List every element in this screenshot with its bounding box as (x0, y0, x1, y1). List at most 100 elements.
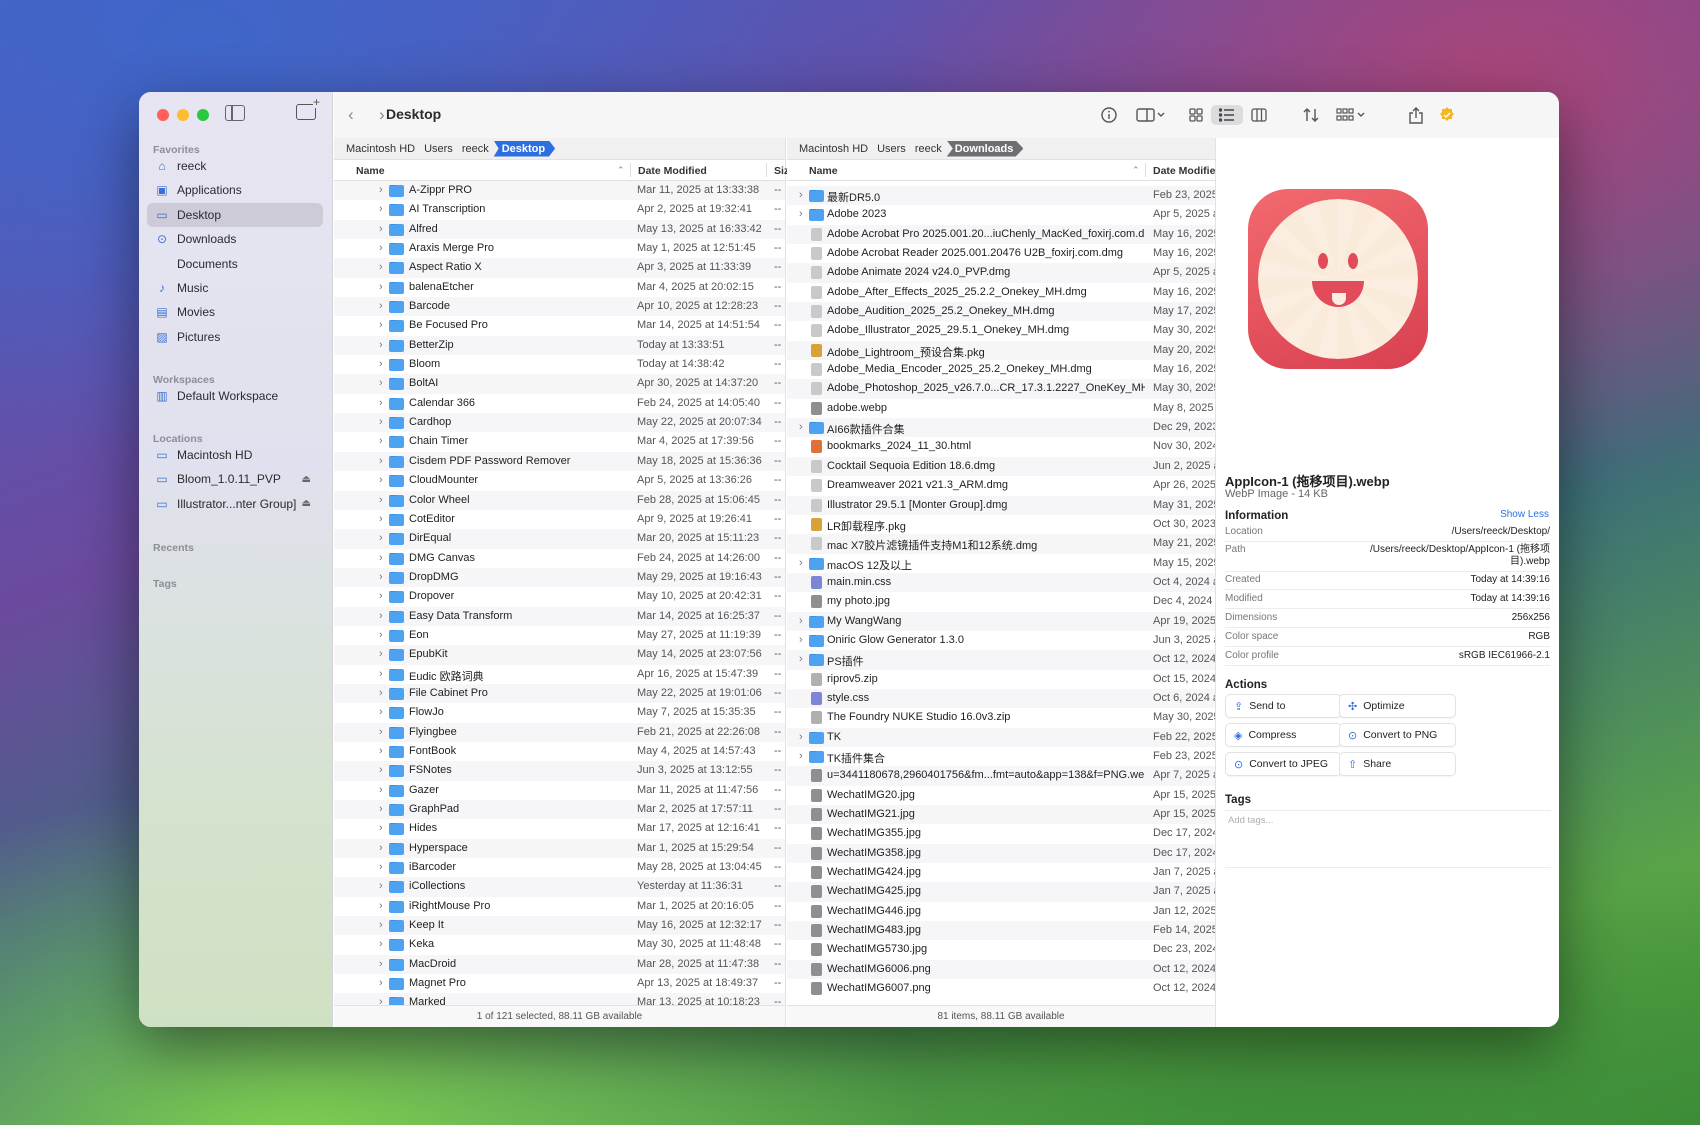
table-row[interactable]: WechatIMG424.jpg Jan 7, 2025 at 2 (787, 863, 1215, 882)
table-row[interactable]: › CotEditor Apr 9, 2025 at 19:26:41 -- (334, 510, 785, 529)
table-row[interactable]: Adobe Animate 2024 v24.0_PVP.dmg Apr 5, 2… (787, 263, 1215, 283)
disclosure-chevron-icon[interactable]: › (379, 455, 383, 467)
convert-to-jpeg-button[interactable]: ⊙ Convert to JPEG (1225, 752, 1342, 776)
disclosure-chevron-icon[interactable]: › (379, 377, 383, 389)
table-row[interactable]: Adobe Acrobat Reader 2025.001.20476 U2B_… (787, 244, 1215, 263)
disclosure-chevron-icon[interactable]: › (379, 513, 383, 525)
optimize-button[interactable]: ✣ Optimize (1339, 694, 1456, 718)
verified-badge-icon[interactable] (1438, 105, 1456, 125)
table-row[interactable]: › Dropover May 10, 2025 at 20:42:31 -- (334, 587, 785, 606)
minimize-button[interactable] (177, 109, 189, 121)
table-row[interactable]: bookmarks_2024_11_30.html Nov 30, 2024 at (787, 437, 1215, 456)
table-row[interactable]: › TK Feb 22, 2025 at (787, 727, 1215, 747)
forward-chevron-icon[interactable]: › (379, 105, 385, 125)
sidebar-item-music[interactable]: ♪ Music (147, 276, 323, 300)
disclosure-chevron-icon[interactable]: › (379, 900, 383, 912)
table-row[interactable]: WechatIMG21.jpg Apr 15, 2025 at (787, 805, 1215, 825)
table-row[interactable]: WechatIMG6007.png Oct 12, 2024 at (787, 979, 1215, 998)
disclosure-chevron-icon[interactable]: › (379, 842, 383, 854)
new-folder-icon[interactable] (296, 96, 321, 120)
table-row[interactable]: › CloudMounter Apr 5, 2025 at 13:36:26 -- (334, 471, 785, 490)
eject-icon[interactable]: ⏏ (302, 498, 311, 509)
disclosure-chevron-icon[interactable]: › (379, 861, 383, 873)
group-options-icon[interactable] (1334, 105, 1368, 125)
sidebar-item-movies[interactable]: ▤ Movies (147, 300, 323, 324)
disclosure-chevron-icon[interactable]: › (799, 557, 803, 569)
disclosure-chevron-icon[interactable]: › (379, 435, 383, 447)
disclosure-chevron-icon[interactable]: › (379, 494, 383, 506)
table-row[interactable]: my photo.jpg Dec 4, 2024 at 1 (787, 592, 1215, 611)
table-row[interactable]: › File Cabinet Pro May 22, 2025 at 19:01:0… (334, 683, 785, 704)
share-button[interactable]: ⇧ Share (1339, 752, 1456, 776)
table-row[interactable]: WechatIMG355.jpg Dec 17, 2024 at (787, 824, 1215, 843)
table-row[interactable]: Adobe_Audition_2025_25.2_Onekey_MH.dmg Ma… (787, 302, 1215, 322)
table-row[interactable]: › Cardhop May 22, 2025 at 20:07:34 -- (334, 413, 785, 433)
disclosure-chevron-icon[interactable]: › (379, 397, 383, 409)
name-column-header[interactable]: Name (356, 165, 385, 177)
show-less-link[interactable]: Show Less (1500, 509, 1549, 520)
table-row[interactable]: Adobe_Lightroom_预设合集.pkg May 20, 2025 at (787, 340, 1215, 361)
disclosure-chevron-icon[interactable]: › (379, 977, 383, 989)
table-row[interactable]: › Oniric Glow Generator 1.3.0 Jun 3, 2025 … (787, 631, 1215, 650)
table-row[interactable]: › balenaEtcher Mar 4, 2025 at 20:02:15 -- (334, 278, 785, 297)
table-row[interactable]: › Chain Timer Mar 4, 2025 at 17:39:56 -- (334, 432, 785, 451)
disclosure-chevron-icon[interactable]: › (379, 261, 383, 273)
table-row[interactable]: main.min.css Oct 4, 2024 at 1 (787, 572, 1215, 593)
table-row[interactable]: u=3441180678,2960401756&fm...fmt=auto&ap… (787, 766, 1215, 786)
table-row[interactable]: › AI66款插件合集 Dec 29, 2023 at (787, 418, 1215, 438)
disclosure-chevron-icon[interactable]: › (379, 668, 383, 680)
table-row[interactable]: › Bloom Today at 14:38:42 -- (334, 355, 785, 374)
disclosure-chevron-icon[interactable]: › (379, 552, 383, 564)
date-column-header[interactable]: Date Modified (1153, 165, 1222, 177)
info-icon[interactable] (1099, 105, 1119, 125)
disclosure-chevron-icon[interactable]: › (379, 958, 383, 970)
table-row[interactable]: WechatIMG446.jpg Jan 12, 2025 at (787, 902, 1215, 921)
share-icon[interactable] (1407, 105, 1425, 125)
disclosure-chevron-icon[interactable]: › (379, 571, 383, 583)
table-row[interactable]: WechatIMG5730.jpg Dec 23, 2024 at (787, 940, 1215, 959)
disclosure-chevron-icon[interactable]: › (379, 416, 383, 428)
table-row[interactable]: Dreamweaver 2021 v21.3_ARM.dmg Apr 26, 20… (787, 476, 1215, 495)
disclosure-chevron-icon[interactable]: › (799, 634, 803, 646)
table-row[interactable]: › Araxis Merge Pro May 1, 2025 at 12:51:45… (334, 239, 785, 258)
table-row[interactable]: › Keka May 30, 2025 at 11:48:48 -- (334, 935, 785, 954)
table-row[interactable]: › macOS 12及以上 May 15, 2025 at (787, 554, 1215, 573)
sidebar-item-applications[interactable]: ▣ Applications (147, 178, 323, 202)
sort-icon[interactable] (1300, 105, 1322, 125)
grid-view-icon[interactable] (1185, 105, 1207, 125)
preview-toggle-icon[interactable] (1134, 105, 1168, 125)
table-row[interactable]: › Keep It May 16, 2025 at 12:32:17 -- (334, 916, 785, 936)
convert-to-png-button[interactable]: ⊙ Convert to PNG (1339, 723, 1456, 747)
table-row[interactable]: Cocktail Sequoia Edition 18.6.dmg Jun 2, … (787, 456, 1215, 477)
table-row[interactable]: › Color Wheel Feb 28, 2025 at 15:06:45 -- (334, 490, 785, 510)
table-row[interactable]: › Marked Mar 13, 2025 at 10:18:23 -- (334, 993, 785, 1005)
table-row[interactable]: › DMG Canvas Feb 24, 2025 at 14:26:00 -- (334, 549, 785, 568)
disclosure-chevron-icon[interactable]: › (379, 358, 383, 370)
table-row[interactable]: › Barcode Apr 10, 2025 at 12:28:23 -- (334, 297, 785, 317)
table-row[interactable]: › BetterZip Today at 13:33:51 -- (334, 335, 785, 356)
table-row[interactable]: Adobe_Illustrator_2025_29.5.1_Onekey_MH.… (787, 321, 1215, 340)
disclosure-chevron-icon[interactable]: › (379, 726, 383, 738)
disclosure-chevron-icon[interactable]: › (379, 339, 383, 351)
table-row[interactable]: riprov5.zip Oct 15, 2024 at (787, 670, 1215, 689)
disclosure-chevron-icon[interactable]: › (379, 764, 383, 776)
table-row[interactable]: › Alfred May 13, 2025 at 16:33:42 -- (334, 219, 785, 240)
disclosure-chevron-icon[interactable]: › (379, 687, 383, 699)
table-row[interactable]: › Flyingbee Feb 21, 2025 at 22:26:08 -- (334, 722, 785, 742)
breadcrumb-item[interactable]: Desktop (493, 140, 556, 157)
sidebar-item-bloom-1-0-11-pvp[interactable]: ▭ Bloom_1.0.11_PVP ⏏ (147, 467, 323, 491)
table-row[interactable]: › A-Zippr PRO Mar 11, 2025 at 13:33:38 -- (334, 181, 785, 201)
table-row[interactable]: Illustrator 29.5.1 [Monter Group].dmg May… (787, 495, 1215, 515)
table-row[interactable]: › Calendar 366 Feb 24, 2025 at 14:05:40 -- (334, 394, 785, 413)
table-row[interactable]: › DirEqual Mar 20, 2025 at 15:11:23 -- (334, 529, 785, 549)
sidebar-item-illustrator-nter-group-[interactable]: ▭ Illustrator...nter Group] ⏏ (147, 492, 323, 516)
tags-input[interactable]: Add tags... (1225, 810, 1551, 868)
list-view-icon[interactable] (1211, 105, 1243, 125)
breadcrumb-item[interactable]: Users (877, 143, 906, 155)
table-row[interactable]: › FlowJo May 7, 2025 at 15:35:35 -- (334, 703, 785, 722)
table-row[interactable]: › iCollections Yesterday at 11:36:31 -- (334, 877, 785, 897)
zoom-button[interactable] (197, 109, 209, 121)
breadcrumb-item[interactable]: Macintosh HD (346, 143, 415, 155)
table-row[interactable]: WechatIMG425.jpg Jan 7, 2025 at 2 (787, 882, 1215, 902)
disclosure-chevron-icon[interactable]: › (799, 421, 803, 433)
